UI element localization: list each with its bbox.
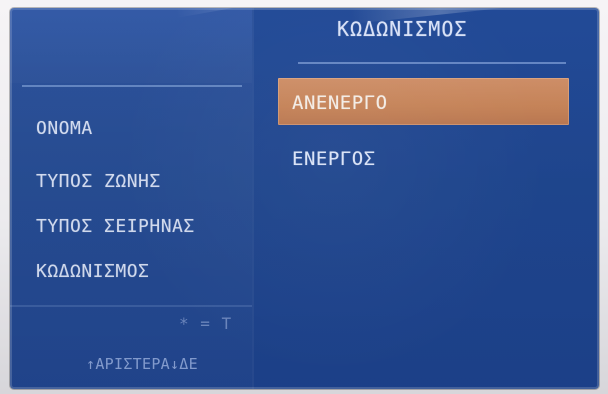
menu-item-name[interactable]: ΟΝΟΜΑ — [36, 118, 93, 139]
option-active[interactable]: ΕΝΕΡΓΟΣ — [292, 148, 376, 170]
display-screen: ΚΩΔΩΝΙΣΜΟΣ ΟΝΟΜΑ ΤΥΠΟΣ ΖΩΝΗΣ ΤΥΠΟΣ ΣΕΙΡΗ… — [10, 8, 599, 389]
menu-item-chime[interactable]: ΚΩΔΩΝΙΣΜΟΣ — [36, 261, 149, 282]
title-underline — [298, 62, 566, 64]
left-menu-footer-divider — [10, 305, 252, 307]
page-title: ΚΩΔΩΝΙΣΜΟΣ — [337, 17, 468, 41]
left-menu-divider — [22, 85, 242, 87]
menu-item-zone-type[interactable]: ΤΥΠΟΣ ΖΩΝΗΣ — [36, 171, 161, 192]
left-menu-header-band — [10, 8, 252, 83]
option-inactive[interactable]: ΑΝΕΝΕΡΓΟ — [292, 92, 388, 114]
footer-navigation: ↑ΑΡΙΣΤΕΡΑ↓ΔΕ — [86, 355, 198, 373]
footer-hint: * = Τ — [179, 314, 233, 333]
pane-separator — [252, 8, 254, 389]
menu-item-siren-type[interactable]: ΤΥΠΟΣ ΣΕΙΡΗΝΑΣ — [36, 216, 195, 237]
